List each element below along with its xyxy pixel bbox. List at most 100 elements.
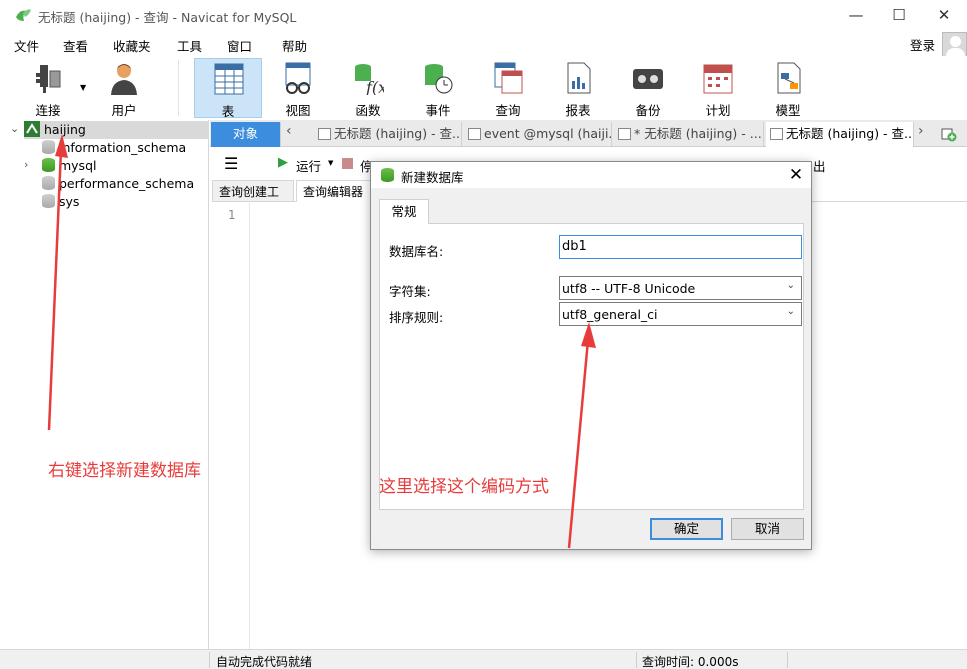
connection-name: haijing (43, 122, 86, 137)
tab-query-editor[interactable]: 查询编辑器 (296, 180, 376, 202)
function-label: 函数 (355, 103, 381, 118)
menu-favorites[interactable]: 收藏夹 (113, 36, 151, 55)
view-label: 视图 (285, 103, 311, 118)
database-icon (42, 158, 55, 172)
close-button[interactable]: ✕ (930, 4, 958, 26)
connection-icon (24, 121, 40, 137)
new-tab-icon[interactable] (941, 126, 957, 142)
title-bar: 无标题 (haijing) - 查询 - Navicat for MySQL —… (0, 0, 967, 30)
menu-window[interactable]: 窗口 (227, 36, 252, 55)
connect-button[interactable]: 连接 (14, 58, 82, 118)
report-button[interactable]: 报表 (544, 58, 612, 118)
database-name: information_schema (58, 140, 187, 155)
tab-query-2[interactable]: * 无标题 (haijing) - ... (614, 122, 764, 147)
database-node[interactable]: mysql (42, 157, 96, 175)
chevron-down-icon: ⌄ (786, 306, 795, 317)
navigation-pane: ⌄ haijing information_schema › mysql per… (8, 120, 209, 649)
database-icon (381, 168, 394, 183)
chevron-right-icon[interactable]: › (24, 158, 28, 171)
schedule-button[interactable]: 计划 (684, 58, 752, 118)
line-number: 1 (228, 208, 236, 222)
chevron-right-icon[interactable]: › (918, 123, 924, 139)
view-button[interactable]: 视图 (264, 58, 332, 118)
query-tab-icon (318, 128, 331, 140)
tab-title: * 无标题 (haijing) - ... (634, 126, 762, 141)
menu-bar: 文件 查看 收藏夹 工具 窗口 帮助 登录 (0, 30, 967, 56)
tab-query-builder[interactable]: 查询创建工具 (212, 180, 294, 221)
menu-file[interactable]: 文件 (14, 36, 39, 55)
cancel-button[interactable]: 取消 (731, 518, 804, 540)
menu-tools[interactable]: 工具 (177, 36, 202, 55)
query-label: 查询 (495, 103, 521, 118)
user-button[interactable]: 用户 (90, 58, 158, 118)
tab-title: event @mysql (haiji... (484, 126, 612, 141)
collation-select[interactable]: utf8_general_ci ⌄ (559, 302, 802, 326)
query-tab-icon (618, 128, 631, 140)
tab-event[interactable]: event @mysql (haiji... (464, 122, 612, 147)
status-bar: 自动完成代码就绪 查询时间: 0.000s (0, 649, 967, 669)
export-label[interactable]: 出 (813, 156, 826, 175)
function-icon: f(x) (355, 64, 384, 95)
status-divider (636, 652, 637, 668)
db-name-label: 数据库名: (389, 244, 444, 259)
editor-gutter (212, 203, 250, 649)
database-node[interactable]: sys (42, 193, 79, 211)
login-link[interactable]: 登录 (910, 35, 935, 54)
charset-select[interactable]: utf8 -- UTF-8 Unicode ⌄ (559, 276, 802, 300)
function-button[interactable]: f(x) 函数 (334, 58, 402, 118)
query-icon (494, 62, 523, 94)
tab-query-active[interactable]: 无标题 (haijing) - 查... (766, 122, 914, 147)
database-icon (42, 176, 55, 190)
user-label: 用户 (111, 103, 137, 118)
connect-dropdown-icon[interactable]: ▼ (80, 83, 86, 92)
chevron-down-icon: ⌄ (786, 280, 795, 291)
model-icon (777, 62, 801, 94)
maximize-button[interactable]: ☐ (885, 4, 913, 26)
charset-value: utf8 -- UTF-8 Unicode (562, 281, 696, 296)
tab-objects[interactable]: 对象 (211, 122, 281, 147)
svg-text:f(x): f(x) (365, 78, 384, 95)
right-annotation: 这里选择这个编码方式 (379, 477, 549, 497)
run-icon[interactable]: ▶ (278, 155, 288, 170)
minimize-button[interactable]: — (842, 4, 870, 26)
database-name: performance_schema (58, 176, 195, 191)
user-avatar-icon[interactable] (942, 32, 967, 57)
dialog-title-bar: 新建数据库 ✕ (371, 162, 811, 188)
charset-label: 字符集: (389, 284, 431, 299)
tab-general[interactable]: 常规 (379, 199, 429, 224)
window-title: 无标题 (haijing) - 查询 - Navicat for MySQL (38, 10, 297, 25)
model-button[interactable]: 模型 (754, 58, 822, 118)
database-name: sys (58, 194, 80, 209)
run-label[interactable]: 运行 (296, 156, 321, 175)
database-icon (42, 140, 55, 154)
chevron-left-icon[interactable]: ‹ (286, 123, 292, 139)
event-button[interactable]: 事件 (404, 58, 472, 118)
tab-query-1[interactable]: 无标题 (haijing) - 查... (314, 122, 462, 147)
chevron-down-icon[interactable]: ⌄ (10, 122, 19, 135)
database-node[interactable]: information_schema (42, 139, 186, 157)
status-text: 自动完成代码就绪 (216, 655, 313, 669)
table-button[interactable]: 表 (194, 58, 262, 119)
calendar-icon (703, 64, 733, 94)
general-panel: 数据库名: db1 字符集: utf8 -- UTF-8 Unicode ⌄ 排… (379, 223, 804, 510)
database-node[interactable]: performance_schema (42, 175, 194, 193)
dialog-close-icon[interactable]: ✕ (783, 163, 809, 187)
database-name: mysql (58, 158, 97, 173)
report-label: 报表 (565, 103, 591, 118)
menu-view[interactable]: 查看 (63, 36, 88, 55)
database-icon (42, 194, 55, 208)
run-dropdown-icon[interactable]: ▼ (328, 159, 333, 167)
db-name-input[interactable]: db1 (559, 235, 802, 259)
connection-node[interactable]: haijing (24, 121, 209, 139)
navicat-logo-icon (16, 9, 31, 21)
connect-label: 连接 (35, 103, 61, 118)
table-icon (214, 63, 244, 95)
ok-button[interactable]: 确定 (650, 518, 723, 540)
menu-icon[interactable]: ☰ (224, 154, 238, 173)
tab-title: 无标题 (haijing) - 查... (334, 126, 462, 141)
backup-button[interactable]: 备份 (614, 58, 682, 118)
schedule-label: 计划 (705, 103, 731, 118)
stop-icon[interactable] (342, 158, 353, 169)
query-button[interactable]: 查询 (474, 58, 542, 118)
menu-help[interactable]: 帮助 (282, 36, 307, 55)
